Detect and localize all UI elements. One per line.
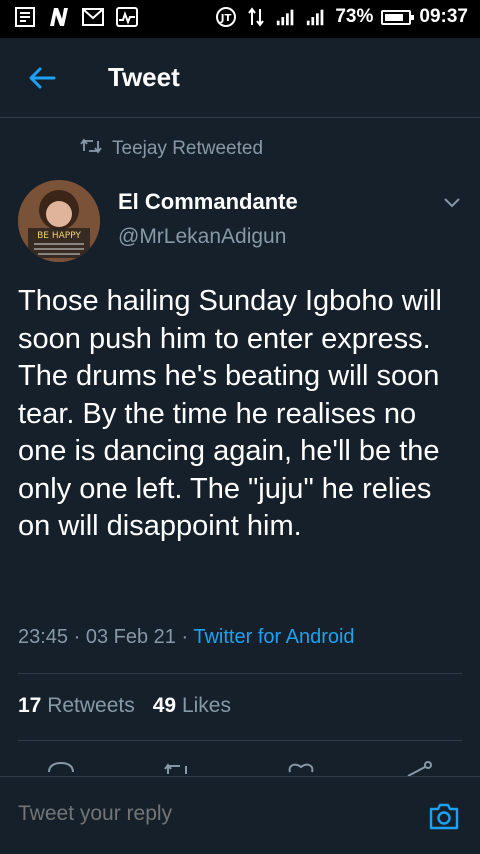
battery-percent: 73% (335, 6, 374, 27)
tweet-actions (0, 754, 480, 776)
reply-icon[interactable] (46, 760, 76, 776)
tweet-time: 23:45 (18, 626, 69, 648)
activity-icon (116, 6, 138, 28)
separator: · (73, 626, 81, 648)
separator: · (181, 626, 189, 648)
share-icon[interactable] (404, 760, 434, 776)
author-handle[interactable]: @MrLekanAdigun (118, 225, 286, 249)
status-bar: JT 73% 09:37 (0, 0, 480, 38)
svg-text:JT: JT (220, 13, 232, 24)
signal-icon (305, 6, 327, 28)
arrow-left-icon[interactable] (26, 62, 58, 94)
tweet-source-link[interactable]: Twitter for Android (193, 626, 354, 648)
n-app-icon (48, 6, 70, 28)
tweet-meta: 23:45 · 03 Feb 21 · Twitter for Android (18, 626, 355, 649)
retweets-label: Retweets (47, 694, 135, 717)
clock: 09:37 (419, 6, 468, 27)
retweets-stat[interactable]: 17 Retweets (18, 694, 135, 718)
tweet-date: 03 Feb 21 (85, 626, 176, 648)
notes-icon (14, 6, 36, 28)
chevron-down-icon[interactable] (442, 192, 462, 212)
camera-icon[interactable] (428, 801, 460, 831)
avatar-caption: BE HAPPY (37, 231, 81, 241)
divider (18, 673, 462, 674)
retweet-action-icon[interactable] (162, 760, 192, 776)
signal-icon (275, 6, 297, 28)
heart-icon[interactable] (286, 760, 316, 776)
likes-label: Likes (181, 694, 231, 717)
data-arrows-icon (245, 6, 267, 28)
battery-icon (381, 9, 415, 25)
retweets-count: 17 (18, 694, 42, 717)
retweet-indicator[interactable]: Teejay Retweeted (80, 138, 263, 160)
retweet-text: Teejay Retweeted (112, 138, 264, 159)
mail-icon (82, 6, 104, 28)
likes-count: 49 (152, 694, 177, 717)
app-header: Tweet (0, 38, 480, 118)
page-title: Tweet (108, 62, 180, 92)
retweet-icon (80, 138, 102, 160)
tweet-text: Those hailing Sunday Igboho will soon pu… (18, 285, 442, 542)
avatar[interactable]: BE HAPPY (18, 180, 100, 262)
headset-icon: JT (215, 6, 237, 28)
author-name[interactable]: El Commandante (118, 189, 298, 215)
tweet-stats: 17 Retweets 49 Likes (18, 694, 231, 718)
reply-bar (0, 776, 480, 854)
divider (18, 740, 462, 741)
reply-input[interactable] (18, 802, 398, 826)
likes-stat[interactable]: 49 Likes (153, 694, 231, 718)
